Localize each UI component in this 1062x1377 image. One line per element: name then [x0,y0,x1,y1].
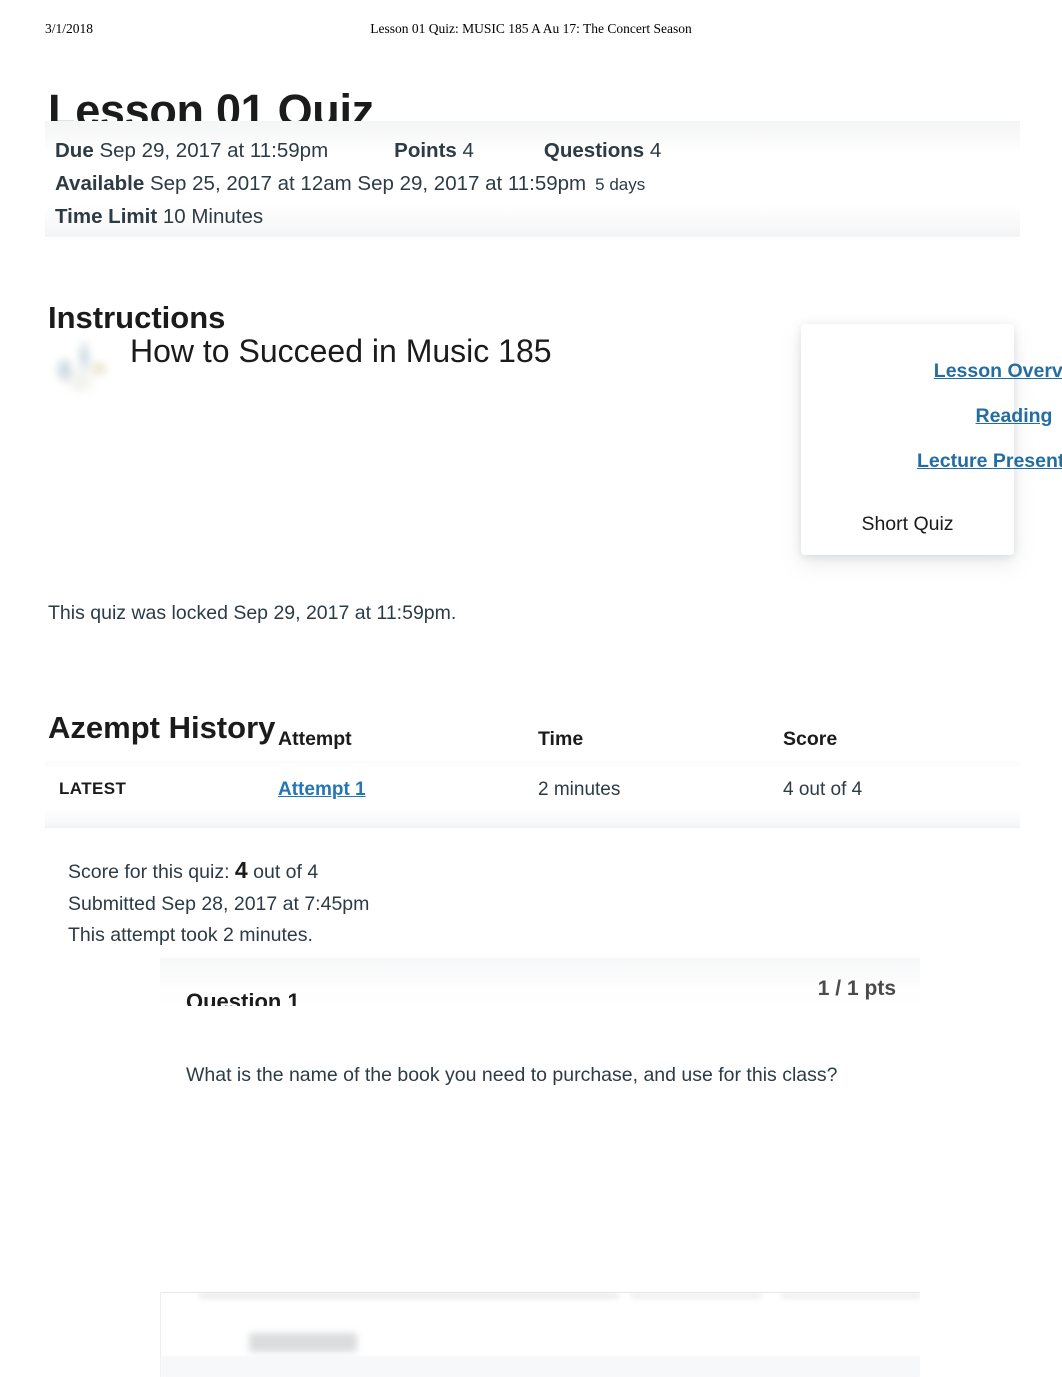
available-to: Sep 29, 2017 at 11:59pm [357,171,587,195]
column-header-time: Time [538,728,584,750]
available-duration: 5 days [595,174,646,194]
question-text: What is the name of the book you need to… [186,1064,838,1086]
answer-divider-2 [631,1294,761,1298]
quiz-meta: Due Sep 29, 2017 at 11:59pm Points 4 Quest… [55,135,955,234]
question-points-badge: 1 / 1 pts [817,977,896,1000]
answer-label-blurred [249,1333,357,1352]
latest-badge: LATEST [59,779,127,798]
points-value: 4 [462,139,474,162]
lesson-navigation-callout: Lesson Overview Reading Lecture Presenta… [801,324,1062,555]
due-value: Sep 29, 2017 at 11:59pm [99,139,329,162]
lesson-thumbnail-image [50,328,116,396]
points-label: Points [394,139,457,162]
answer-divider-3 [781,1294,920,1298]
short-quiz-current-item: Short Quiz [861,513,954,535]
meta-row-due: Due Sep 29, 2017 at 11:59pm Points 4 Quest… [55,135,955,168]
table-row: LATEST Attempt 1 2 minutes 4 out of 4 [45,761,1020,828]
answer-card-footer [161,1356,920,1377]
column-header-attempt: Attempt [278,728,352,750]
reading-link[interactable]: Reading [908,401,1062,431]
attempt-score-value: 4 out of 4 [783,779,863,800]
score-value: 4 [234,857,248,883]
lecture-presentation-link[interactable]: Lecture Presentation [908,446,1062,476]
question-label: Question 1 [186,989,300,1006]
attempt-duration-line: This attempt took 2 minutes. [68,924,313,946]
questions-label: Questions [543,139,645,162]
quiz-locked-message: This quiz was locked Sep 29, 2017 at 11:… [48,602,457,624]
available-label: Available [55,171,145,195]
question-block: Question 1 1 / 1 pts What is the name of… [160,958,920,1118]
questions-value: 4 [649,139,662,162]
lesson-overview-link[interactable]: Lesson Overview [908,356,1062,386]
available-from: Sep 25, 2017 at 12am [149,171,352,195]
attempt-1-link[interactable]: Attempt 1 [278,779,366,801]
question-header: Question 1 1 / 1 pts [160,958,920,1006]
score-suffix: out of 4 [253,861,319,883]
answer-card [160,1292,920,1377]
attempt-history-table: Attempt Time Score LATEST Attempt 1 2 mi… [45,728,1020,828]
answer-options-faded-region [160,1292,920,1377]
meta-row-available: Available Sep 25, 2017 at 12am Sep 29, 2… [55,168,955,202]
attempt-time-value: 2 minutes [538,779,621,800]
table-header-row: Attempt Time Score [45,728,1020,761]
lesson-navigation-list: Lesson Overview Reading Lecture Presenta… [801,324,1062,555]
quiz-page: Lesson 01 Quiz Due Sep 29, 2017 at 11:59… [0,0,1062,1377]
due-label: Due [55,139,94,162]
column-header-score: Score [783,728,838,750]
answer-divider-1 [199,1294,619,1298]
submitted-line: Submitted Sep 28, 2017 at 7:45pm [68,892,370,915]
score-prefix: Score for this quiz: [68,861,230,883]
instructions-subtitle: How to Succeed in Music 185 [130,333,552,369]
meta-row-time-limit: Time Limit 10 Minutes [55,201,955,234]
score-summary: Score for this quiz: 4 out of 4 Submitte… [68,855,369,952]
score-line: Score for this quiz: 4 out of 4 [68,855,369,889]
time-limit-label: Time Limit [55,205,158,229]
time-limit-value: 10 Minutes [162,205,264,229]
